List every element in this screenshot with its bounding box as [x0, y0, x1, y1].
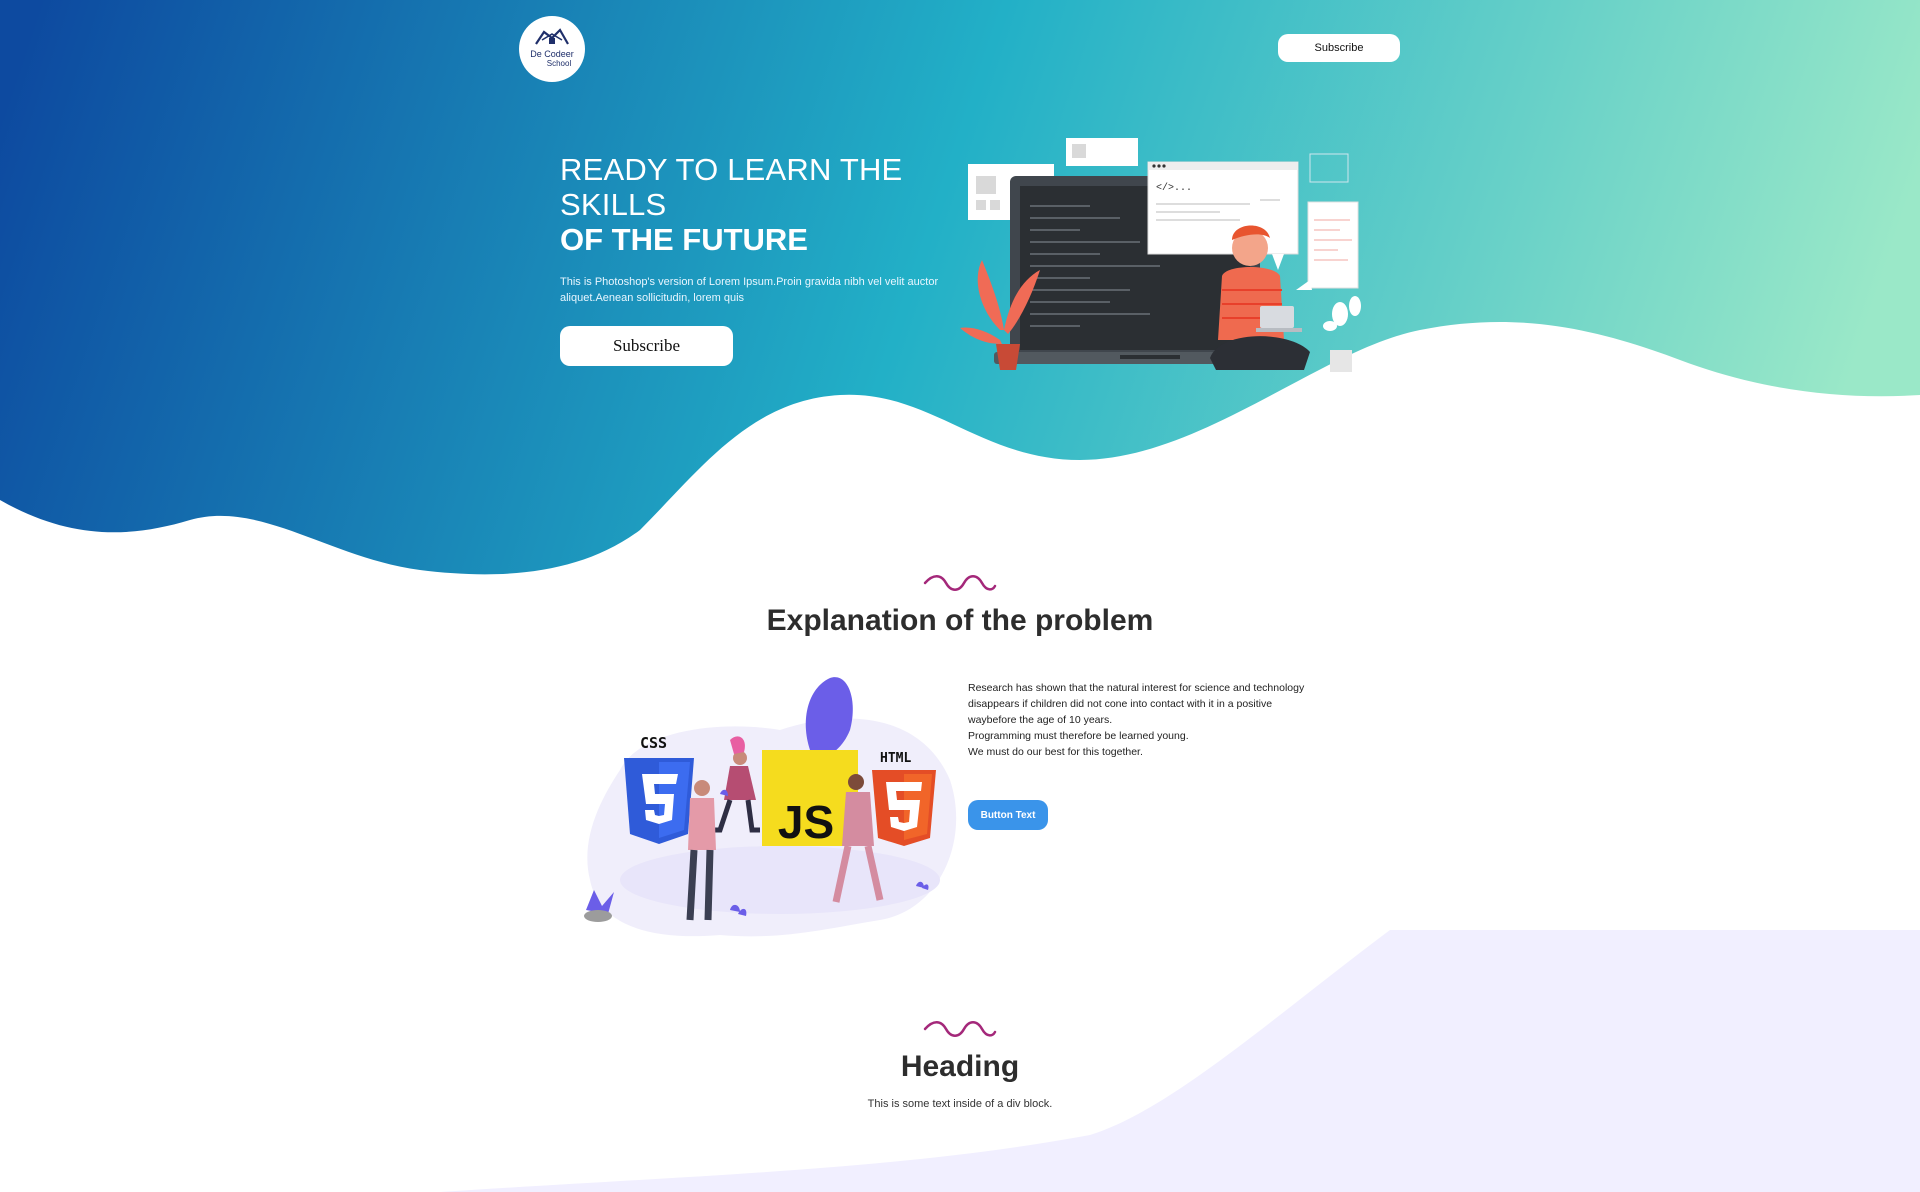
- problem-paragraph-line: disappears if children did not cone into…: [968, 698, 1273, 710]
- hero-subscribe-button[interactable]: Subscribe: [560, 326, 733, 366]
- developer-laptop-illustration: </>...: [960, 138, 1361, 372]
- css-badge-label: CSS: [640, 734, 667, 752]
- problem-paragraph-line: waybefore the age of 10 years.: [968, 714, 1113, 726]
- html-badge-label: HTML: [880, 751, 911, 766]
- problem-paragraph-line: We must do our best for this together.: [968, 746, 1143, 758]
- problem-title: Explanation of the problem: [766, 604, 1154, 637]
- web-technologies-illustration: CSS JS HTML: [584, 677, 957, 937]
- logo-text-line1: De Codeer: [530, 49, 574, 59]
- hero-heading-line3: OF THE FUTURE: [560, 222, 808, 257]
- squiggle-divider-icon: [923, 1021, 997, 1037]
- squiggle-divider-icon: [923, 575, 997, 591]
- code-tag-text: </>...: [1156, 182, 1192, 194]
- logo-text-line2: School: [546, 59, 572, 68]
- logo[interactable]: De Codeer School: [519, 16, 585, 82]
- hero-heading: READY TO LEARN THE SKILLS OF THE FUTURE: [560, 152, 980, 258]
- section-heading: Heading: [900, 1050, 1020, 1083]
- header-subscribe-button[interactable]: Subscribe: [1278, 34, 1400, 62]
- section-text: This is some text inside of a div block.: [867, 1098, 1053, 1110]
- school-logo-icon: [535, 28, 569, 45]
- hero-heading-line1: READY TO LEARN THE: [560, 152, 903, 187]
- problem-paragraph: Research has shown that the natural inte…: [968, 680, 1338, 760]
- problem-paragraph-line: Research has shown that the natural inte…: [968, 682, 1305, 694]
- problem-paragraph-line: Programming must therefore be learned yo…: [968, 730, 1189, 742]
- problem-action-button[interactable]: Button Text: [968, 800, 1048, 830]
- hero-heading-line2: SKILLS: [560, 187, 667, 222]
- hero-description: This is Photoshop's version of Lorem Ips…: [560, 276, 939, 304]
- js-badge-label: JS: [778, 796, 834, 848]
